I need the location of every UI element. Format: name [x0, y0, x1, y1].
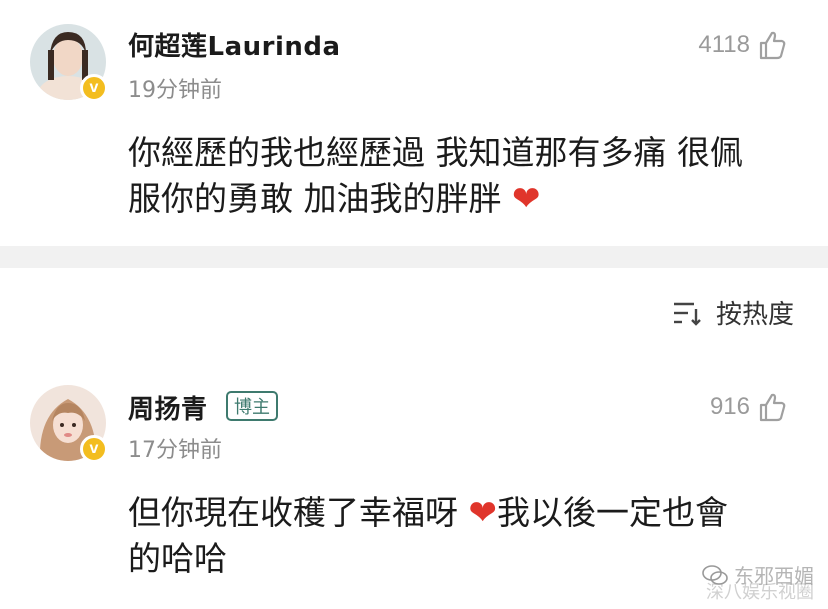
timestamp: 17分钟前	[128, 438, 222, 463]
comment-body: 你經歷的我也經歷過 我知道那有多痛 很佩 服你的勇敢 加油我的胖胖 ❤	[128, 130, 808, 222]
comment-feed: v 何超莲Laurinda 19分钟前 4118 你經歷的我也經歷過 我知道那有…	[0, 0, 828, 609]
sort-lines-icon	[673, 302, 701, 326]
timestamp: 19分钟前	[128, 78, 222, 103]
username[interactable]: 何超莲Laurinda	[128, 26, 341, 63]
section-divider	[0, 246, 828, 268]
username[interactable]: 周扬青	[128, 389, 208, 426]
thumbs-up-icon	[759, 31, 786, 60]
blogger-badge: 博主	[226, 391, 278, 421]
heart-emoji-icon: ❤	[468, 493, 498, 533]
avatar[interactable]: v	[30, 24, 108, 102]
like-button[interactable]: 916	[710, 392, 786, 422]
verified-badge-icon: v	[80, 435, 108, 463]
sort-label: 按热度	[715, 300, 794, 330]
verified-badge-icon: v	[80, 74, 108, 102]
thumbs-up-icon	[759, 393, 786, 422]
like-count: 916	[709, 393, 750, 420]
comment-line: 服你的勇敢 加油我的胖胖 ❤	[128, 179, 541, 219]
sort-by-hot-button[interactable]: 按热度	[672, 294, 794, 331]
watermark-subtext: 深八娱乐视圈	[706, 582, 814, 603]
like-button[interactable]: 4118	[698, 30, 786, 60]
comment-line: 但你現在收穫了幸福呀 ❤我以後一定也會	[128, 493, 728, 533]
heart-emoji-icon: ❤	[511, 179, 541, 219]
avatar[interactable]: v	[30, 385, 108, 463]
comment-line: 你經歷的我也經歷過 我知道那有多痛 很佩	[128, 133, 743, 172]
like-count: 4118	[698, 31, 750, 58]
comment-item: v 何超莲Laurinda 19分钟前 4118 你經歷的我也經歷過 我知道那有…	[0, 0, 828, 246]
